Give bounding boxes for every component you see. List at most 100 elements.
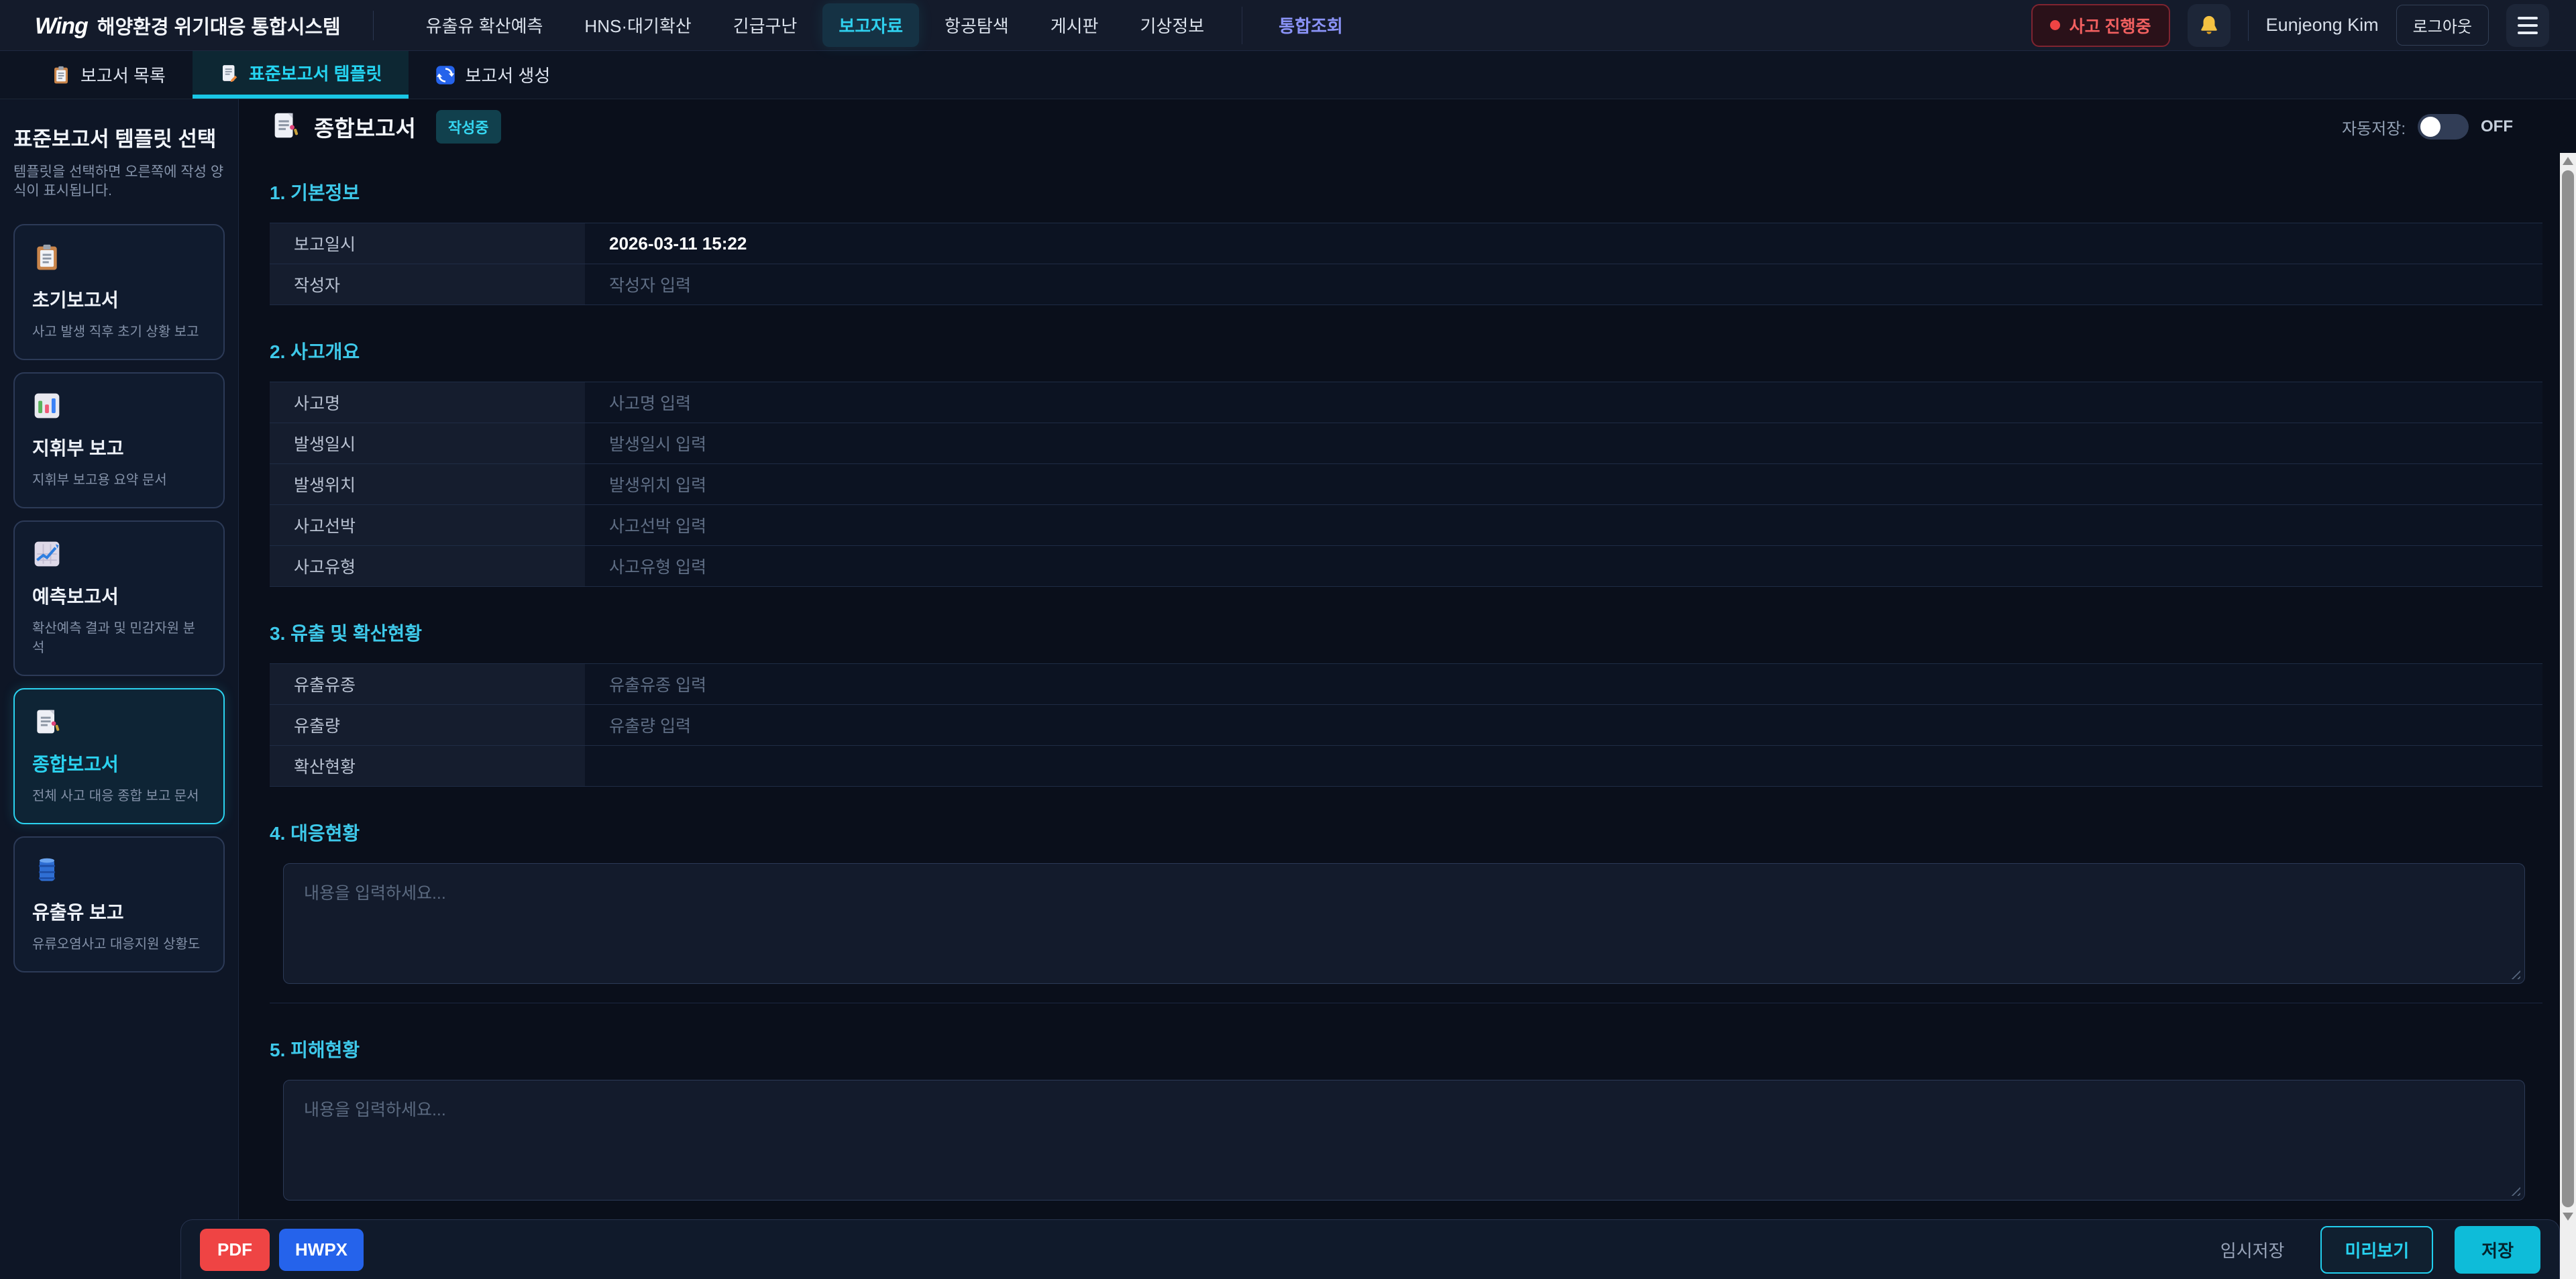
template-card-title: 지휘부 보고 xyxy=(32,434,206,461)
nav-group-divider: 통합조회 xyxy=(1242,7,1359,44)
section-heading: 3. 유출 및 확산현황 xyxy=(270,619,2542,646)
header-right: 사고 진행중 Eunjeong Kim 로그아웃 xyxy=(2031,4,2549,47)
incident-dot-icon xyxy=(2050,20,2060,30)
autosave-label: 자동저장: xyxy=(2342,115,2406,139)
section-response-status: 4. 대응현황 xyxy=(270,819,2542,1003)
report-header: 종합보고서 작성중 자동저장: OFF xyxy=(239,99,2576,154)
notifications-button[interactable] xyxy=(2188,4,2231,47)
export-hwpx-button[interactable]: HWPX xyxy=(279,1229,364,1271)
table-row: 발생위치 발생위치 입력 xyxy=(270,464,2542,505)
oil-drum-icon xyxy=(32,855,206,885)
scroll-up-arrow-icon[interactable] xyxy=(2563,157,2573,165)
response-status-textarea[interactable] xyxy=(283,863,2525,984)
app-header: Wing 해양환경 위기대응 통합시스템 유출유 확산예측 HNS·대기확산 긴… xyxy=(0,0,2576,51)
autosave-toggle[interactable] xyxy=(2418,114,2469,140)
app-title: 해양환경 위기대응 통합시스템 xyxy=(97,11,341,40)
template-card-title: 유출유 보고 xyxy=(32,898,206,925)
spill-status-table: 유출유종 유출유종 입력 유출량 유출량 입력 확산현황 xyxy=(270,663,2542,787)
tab-report-generate[interactable]: 보고서 생성 xyxy=(409,51,577,99)
main-panel: 종합보고서 작성중 자동저장: OFF 1. 기본정보 보고일시 2026-03… xyxy=(239,99,2576,1279)
table-row: 작성자 작성자 입력 xyxy=(270,264,2542,305)
tab-label: 보고서 생성 xyxy=(465,62,550,87)
response-status-field-wrap xyxy=(283,863,2525,984)
export-pdf-button[interactable]: PDF xyxy=(200,1229,270,1271)
field-label: 유출유종 xyxy=(270,664,585,704)
nav-item-emergency-rescue[interactable]: 긴급구난 xyxy=(717,3,814,47)
damage-status-textarea[interactable] xyxy=(283,1080,2525,1201)
template-card-prediction-report[interactable]: 예측보고서 확산예측 결과 및 민감자원 분석 xyxy=(13,520,225,676)
template-card-desc: 전체 사고 대응 종합 보고 문서 xyxy=(32,785,206,804)
basic-info-table: 보고일시 2026-03-11 15:22 작성자 작성자 입력 xyxy=(270,223,2542,305)
spill-amount-field[interactable]: 유출량 입력 xyxy=(585,705,2542,745)
incident-badge-label: 사고 진행중 xyxy=(2070,13,2151,38)
occurrence-location-field[interactable]: 발생위치 입력 xyxy=(585,464,2542,504)
template-sidebar: 표준보고서 템플릿 선택 템플릿을 선택하면 오른쪽에 작성 양식이 표시됩니다… xyxy=(0,99,239,1279)
oil-type-field[interactable]: 유출유종 입력 xyxy=(585,664,2542,704)
tab-report-list[interactable]: 보고서 목록 xyxy=(24,51,193,99)
bar-chart-icon xyxy=(32,391,206,421)
template-card-desc: 사고 발생 직후 초기 상황 보고 xyxy=(32,321,206,340)
header-divider xyxy=(373,11,374,40)
table-row: 유출유종 유출유종 입력 xyxy=(270,664,2542,705)
clipboard-icon xyxy=(32,243,206,272)
incident-overview-table: 사고명 사고명 입력 발생일시 발생일시 입력 발생위치 발생위치 입력 사고선… xyxy=(270,382,2542,587)
author-field[interactable]: 작성자 입력 xyxy=(585,264,2542,304)
line-chart-icon xyxy=(32,539,206,569)
table-row: 보고일시 2026-03-11 15:22 xyxy=(270,223,2542,264)
damage-status-field-wrap xyxy=(283,1080,2525,1201)
tab-bar: 보고서 목록 표준보고서 템플릿 보고서 생성 xyxy=(0,51,2576,99)
app-body: 표준보고서 템플릿 선택 템플릿을 선택하면 오른쪽에 작성 양식이 표시됩니다… xyxy=(0,99,2576,1279)
template-card-command-report[interactable]: 지휘부 보고 지휘부 보고용 요약 문서 xyxy=(13,372,225,508)
section-heading: 1. 기본정보 xyxy=(270,178,2542,205)
logout-button[interactable]: 로그아웃 xyxy=(2396,5,2489,46)
nav-item-board[interactable]: 게시판 xyxy=(1034,3,1115,47)
template-card-title: 종합보고서 xyxy=(32,750,206,777)
nav-item-reports[interactable]: 보고자료 xyxy=(822,3,919,47)
nav-item-aerial-search[interactable]: 항공탐색 xyxy=(928,3,1025,47)
sidebar-title: 표준보고서 템플릿 선택 xyxy=(13,122,225,152)
nav-item-weather[interactable]: 기상정보 xyxy=(1124,3,1220,47)
table-row: 사고유형 사고유형 입력 xyxy=(270,546,2542,587)
logo-mark: Wing xyxy=(35,13,88,40)
nav-item-hns-diffusion[interactable]: HNS·대기확산 xyxy=(568,3,707,47)
toggle-knob xyxy=(2420,117,2440,137)
tab-standard-templates[interactable]: 표준보고서 템플릿 xyxy=(193,51,409,99)
section-damage-status: 5. 피해현황 xyxy=(270,1036,2542,1220)
occurrence-datetime-field[interactable]: 발생일시 입력 xyxy=(585,423,2542,463)
autosave-control: 자동저장: OFF xyxy=(2342,114,2513,140)
vertical-scrollbar[interactable] xyxy=(2560,153,2576,1279)
section-incident-overview: 2. 사고개요 사고명 사고명 입력 발생일시 발생일시 입력 발생위치 발생위… xyxy=(270,337,2542,587)
report-form: 1. 기본정보 보고일시 2026-03-11 15:22 작성자 작성자 입력… xyxy=(239,154,2576,1279)
section-heading: 5. 피해현황 xyxy=(270,1036,2542,1062)
menu-button[interactable] xyxy=(2506,4,2549,47)
incident-name-field[interactable]: 사고명 입력 xyxy=(585,382,2542,423)
section-basic-info: 1. 기본정보 보고일시 2026-03-11 15:22 작성자 작성자 입력 xyxy=(270,178,2542,305)
hamburger-icon xyxy=(2518,17,2538,34)
report-datetime-field[interactable]: 2026-03-11 15:22 xyxy=(585,223,2542,264)
save-button[interactable]: 저장 xyxy=(2455,1226,2540,1274)
autosave-state: OFF xyxy=(2481,117,2513,136)
field-label: 사고명 xyxy=(270,382,585,423)
template-card-desc: 유류오염사고 대응지원 상황도 xyxy=(32,933,206,952)
scrollbar-thumb[interactable] xyxy=(2562,170,2574,1207)
diffusion-status-field[interactable] xyxy=(585,746,2542,786)
incident-vessel-field[interactable]: 사고선박 입력 xyxy=(585,505,2542,545)
nav-item-integrated-search[interactable]: 통합조회 xyxy=(1263,3,1359,47)
field-label: 발생일시 xyxy=(270,423,585,463)
table-row: 발생일시 발생일시 입력 xyxy=(270,423,2542,464)
sidebar-subtitle: 템플릿을 선택하면 오른쪽에 작성 양식이 표시됩니다. xyxy=(13,163,225,201)
scroll-down-arrow-icon[interactable] xyxy=(2563,1213,2573,1221)
header-right-divider xyxy=(2248,10,2249,41)
section-spill-status: 3. 유출 및 확산현황 유출유종 유출유종 입력 유출량 유출량 입력 확산현… xyxy=(270,619,2542,787)
preview-button[interactable]: 미리보기 xyxy=(2320,1226,2433,1274)
incident-type-field[interactable]: 사고유형 입력 xyxy=(585,546,2542,586)
nav-item-oil-spill-prediction[interactable]: 유출유 확산예측 xyxy=(410,3,559,47)
incident-status-badge[interactable]: 사고 진행중 xyxy=(2031,4,2170,47)
template-card-comprehensive-report[interactable]: 종합보고서 전체 사고 대응 종합 보고 문서 xyxy=(13,688,225,824)
memo-icon xyxy=(32,707,206,736)
template-card-initial-report[interactable]: 초기보고서 사고 발생 직후 초기 상황 보고 xyxy=(13,224,225,360)
app-logo: Wing 해양환경 위기대응 통합시스템 xyxy=(35,11,341,40)
temp-save-button[interactable]: 임시저장 xyxy=(2206,1227,2300,1273)
bell-icon xyxy=(2198,14,2220,37)
template-card-oil-spill-report[interactable]: 유출유 보고 유류오염사고 대응지원 상황도 xyxy=(13,836,225,972)
